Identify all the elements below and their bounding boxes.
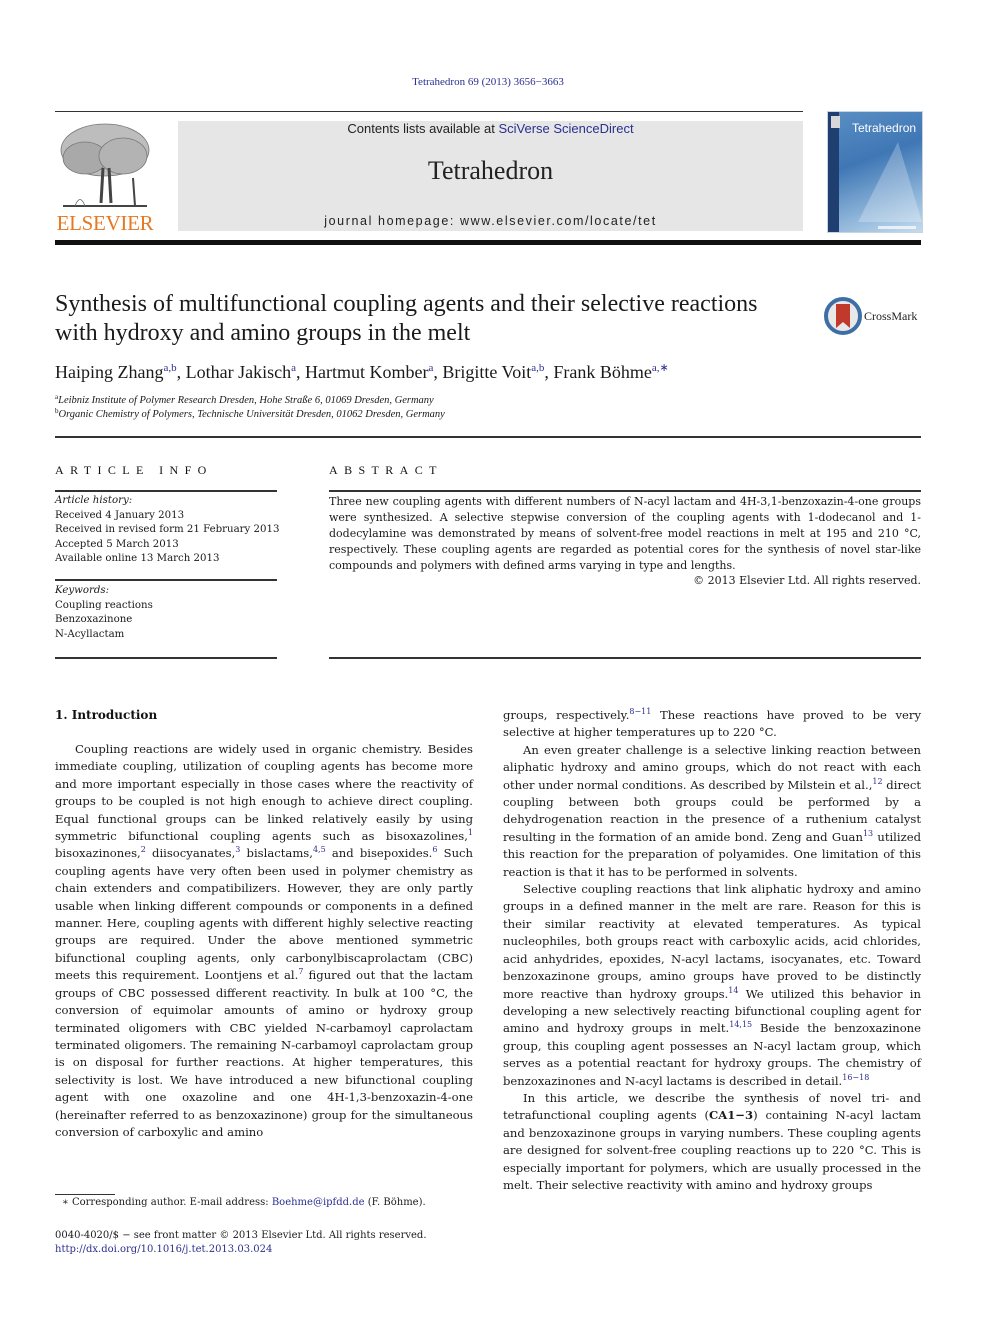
author-separator: , xyxy=(544,362,554,382)
author-separator: , xyxy=(176,362,186,382)
author: Haiping Zhanga,b, xyxy=(55,362,186,382)
affiliation: bOrganic Chemistry of Polymers, Technisc… xyxy=(55,408,935,421)
author: Brigitte Voita,b, xyxy=(442,362,553,382)
article-info-rule xyxy=(55,490,277,492)
body-left-column: Coupling reactions are widely used in or… xyxy=(55,741,473,1141)
front-matter: 0040-4020/$ − see front matter © 2013 El… xyxy=(55,1229,427,1257)
citation-reference-link[interactable]: 7 xyxy=(298,967,303,976)
author-email-link[interactable]: Boehme@ipfdd.de xyxy=(272,1197,365,1208)
cover-title: Tetrahedron xyxy=(852,121,917,135)
author-name: Lothar Jakisch xyxy=(185,362,292,382)
author-name: Brigitte Voit xyxy=(442,362,532,382)
citation-reference-link[interactable]: 12 xyxy=(872,777,882,786)
body-paragraph: groups, respectively.8−11 These reaction… xyxy=(503,707,922,740)
abstract-rule xyxy=(329,490,921,492)
keywords-rule xyxy=(55,579,277,581)
history-item: Available online 13 March 2013 xyxy=(55,553,220,564)
body-paragraph: Selective coupling reactions that link a… xyxy=(503,882,921,1088)
compound-label: CA1−3 xyxy=(708,1108,754,1123)
journal-homepage[interactable]: journal homepage: www.elsevier.com/locat… xyxy=(178,214,803,228)
article-info-heading: ARTICLE INFO xyxy=(55,463,213,477)
author-name: Frank Böhme xyxy=(553,362,652,382)
journal-cover-image: Tetrahedron xyxy=(827,111,923,233)
author-affiliation-marker[interactable]: a,∗ xyxy=(652,362,669,374)
abstract-copyright: © 2013 Elsevier Ltd. All rights reserved… xyxy=(693,574,921,587)
article-info-bottom-rule xyxy=(55,657,277,659)
citation-reference-link[interactable]: 14 xyxy=(728,986,738,995)
citation-reference-link[interactable]: 3 xyxy=(235,845,240,854)
citation-reference-link[interactable]: 4,5 xyxy=(313,845,326,854)
author-separator: , xyxy=(295,362,305,382)
author-name: Haiping Zhang xyxy=(55,362,164,382)
affiliation-text: Organic Chemistry of Polymers, Technisch… xyxy=(58,409,445,420)
footnote-prefix: ∗ Corresponding author. E-mail address: xyxy=(62,1197,272,1208)
history-item: Accepted 5 March 2013 xyxy=(55,538,179,550)
citation-reference-link[interactable]: 8−11 xyxy=(629,707,651,716)
keywords-label: Keywords: xyxy=(55,585,110,596)
cover-badge-icon xyxy=(831,116,840,128)
author-affiliation-marker[interactable]: a,b xyxy=(531,362,544,374)
body-right-column: groups, respectively.8−11 These reaction… xyxy=(503,707,921,1194)
author-affiliation-marker[interactable]: a,b xyxy=(163,362,176,374)
author: Hartmut Kombera, xyxy=(305,362,442,382)
citation-reference-link[interactable]: 6 xyxy=(432,845,437,854)
citation-reference-link[interactable]: 14,15 xyxy=(729,1020,752,1029)
keywords-list: Keywords: Coupling reactions Benzoxazino… xyxy=(55,584,285,642)
article-history: Article history: Received 4 January 2013… xyxy=(55,494,285,567)
citation-reference-link[interactable]: 1 xyxy=(468,828,473,837)
keyword: N-Acyllactam xyxy=(55,628,125,640)
contents-prefix: Contents lists available at xyxy=(347,121,499,136)
footnote-suffix: (F. Böhme). xyxy=(364,1197,426,1208)
author: Lothar Jakischa, xyxy=(186,362,305,382)
author-list: Haiping Zhanga,b, Lothar Jakischa, Hartm… xyxy=(55,362,935,383)
author: Frank Böhmea,∗ xyxy=(553,362,668,382)
keyword: Benzoxazinone xyxy=(55,614,133,625)
abstract-text: Three new coupling agents with different… xyxy=(329,495,921,572)
sciencedirect-link[interactable]: SciVerse ScienceDirect xyxy=(498,121,633,136)
history-item: Received 4 January 2013 xyxy=(55,509,185,521)
header-top-rule xyxy=(55,111,803,112)
journal-citation[interactable]: Tetrahedron 69 (2013) 3656−3663 xyxy=(0,76,976,88)
citation-reference-link[interactable]: 13 xyxy=(863,829,873,838)
header-thick-rule xyxy=(55,240,921,245)
corresponding-author-footnote: ∗ Corresponding author. E-mail address: … xyxy=(62,1197,426,1208)
author-name: Hartmut Komber xyxy=(304,362,429,382)
citation-reference-link[interactable]: 16−18 xyxy=(842,1073,869,1082)
affiliation-text: Leibniz Institute of Polymer Research Dr… xyxy=(58,395,434,406)
cover-footer-mark xyxy=(878,226,916,229)
body-paragraph: In this article, we describe the synthes… xyxy=(503,1090,921,1192)
elsevier-wordmark: ELSEVIER xyxy=(56,211,154,235)
footnote-rule xyxy=(55,1194,115,1195)
article-title: Synthesis of multifunctional coupling ag… xyxy=(55,291,758,346)
cover-decoration xyxy=(858,142,922,222)
issn-line: 0040-4020/$ − see front matter © 2013 El… xyxy=(55,1230,427,1241)
history-label: Article history: xyxy=(55,495,133,506)
cover-spine xyxy=(828,112,839,232)
body-paragraph: Coupling reactions are widely used in or… xyxy=(55,742,473,1139)
abstract-bottom-rule xyxy=(329,657,921,659)
journal-name: Tetrahedron xyxy=(427,156,554,185)
abstract-heading: ABSTRACT xyxy=(329,463,443,477)
affiliation: aLeibniz Institute of Polymer Research D… xyxy=(55,394,935,407)
section-heading: 1. Introduction xyxy=(55,708,158,722)
title-block-rule xyxy=(55,436,921,438)
crossmark-label[interactable]: CrossMark xyxy=(864,309,917,324)
author-separator: , xyxy=(433,362,443,382)
citation-reference-link[interactable]: 2 xyxy=(141,845,146,854)
body-paragraph: An even greater challenge is a selective… xyxy=(503,742,921,879)
doi-link[interactable]: http://dx.doi.org/10.1016/j.tet.2013.03.… xyxy=(55,1243,427,1257)
contents-line: Contents lists available at SciVerse Sci… xyxy=(178,121,803,136)
keyword: Coupling reactions xyxy=(55,599,153,611)
history-item: Received in revised form 21 February 201… xyxy=(55,524,280,535)
